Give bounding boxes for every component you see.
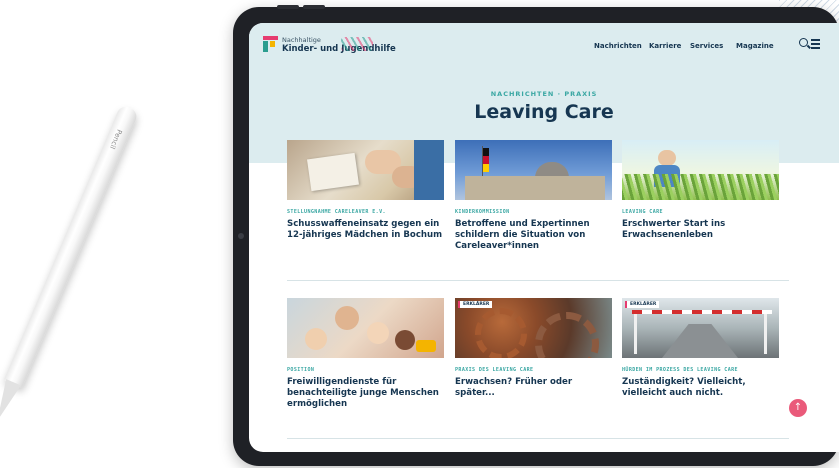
- pencil-label: Pencil: [108, 128, 124, 151]
- article-card[interactable]: ERKLÄRER PRAXIS DES LEAVING CARE Erwachs…: [455, 298, 612, 399]
- article-image[interactable]: [287, 140, 444, 200]
- camera-dot: [238, 233, 244, 239]
- article-card[interactable]: ERKLÄRER HÜRDEN IM PROZESS DES LEAVING C…: [622, 298, 779, 399]
- stylus-pencil: Pencil: [0, 104, 140, 425]
- search-menu-button[interactable]: [799, 37, 821, 51]
- article-card[interactable]: KINDERKOMMISSION Betroffene und Expertin…: [455, 140, 612, 252]
- article-category[interactable]: HÜRDEN IM PROZESS DES LEAVING CARE: [622, 367, 779, 373]
- tablet-button: [303, 5, 325, 9]
- tablet-device: Nachhaltige Kinder- und Jugendhilfe Nach…: [233, 5, 839, 466]
- article-image[interactable]: ERKLÄRER: [622, 298, 779, 358]
- pencil-tip: [0, 379, 21, 425]
- explainer-badge: ERKLÄRER: [625, 301, 660, 308]
- article-title[interactable]: Schusswaffeneinsatz gegen ein 12-jährige…: [287, 219, 444, 241]
- menu-icon: [811, 39, 820, 41]
- article-image[interactable]: [287, 298, 444, 358]
- article-card[interactable]: POSITION Freiwilligendienste für benacht…: [287, 298, 444, 410]
- article-category[interactable]: LEAVING CARE: [622, 209, 779, 215]
- page-title: Leaving Care: [474, 101, 614, 123]
- decorative-swirl-icon: [341, 37, 373, 51]
- site-logo-icon[interactable]: [263, 36, 278, 52]
- brand-line-1: Nachhaltige: [282, 36, 321, 44]
- site-brand[interactable]: Nachhaltige Kinder- und Jugendhilfe: [282, 36, 396, 54]
- article-category[interactable]: PRAXIS DES LEAVING CARE: [455, 367, 612, 373]
- article-image[interactable]: [622, 140, 779, 200]
- nav-karriere[interactable]: Karriere: [649, 42, 681, 50]
- article-image[interactable]: [455, 140, 612, 200]
- nav-magazine[interactable]: Magazine: [736, 42, 774, 50]
- article-title[interactable]: Erwachsen? Früher oder später...: [455, 377, 612, 399]
- article-title[interactable]: Erschwerter Start ins Erwachsenenleben: [622, 219, 779, 241]
- site-header: Nachhaltige Kinder- und Jugendhilfe Nach…: [249, 23, 839, 73]
- back-to-top-button[interactable]: ↑: [789, 399, 807, 417]
- nav-nachrichten[interactable]: Nachrichten: [594, 42, 642, 50]
- article-category[interactable]: STELLUNGNAHME CARELEAVER E.V.: [287, 209, 444, 215]
- brand-line-2: Kinder- und Jugendhilfe: [282, 44, 396, 54]
- article-card[interactable]: STELLUNGNAHME CARELEAVER E.V. Schusswaff…: [287, 140, 444, 241]
- nav-services[interactable]: Services: [690, 42, 723, 50]
- article-title[interactable]: Freiwilligendienste für benachteiligte j…: [287, 377, 444, 410]
- article-card[interactable]: LEAVING CARE Erschwerter Start ins Erwac…: [622, 140, 779, 241]
- breadcrumb[interactable]: NACHRICHTEN · PRAXIS: [249, 90, 839, 98]
- article-category[interactable]: POSITION: [287, 367, 444, 373]
- tablet-screen: Nachhaltige Kinder- und Jugendhilfe Nach…: [249, 23, 839, 452]
- explainer-badge: ERKLÄRER: [458, 301, 493, 308]
- article-title[interactable]: Betroffene und Expertinnen schildern die…: [455, 219, 612, 252]
- article-image[interactable]: ERKLÄRER: [455, 298, 612, 358]
- article-category[interactable]: KINDERKOMMISSION: [455, 209, 612, 215]
- row-divider: [287, 280, 789, 281]
- row-divider: [287, 438, 789, 439]
- article-title[interactable]: Zuständigkeit? Vielleicht, vielleicht au…: [622, 377, 779, 399]
- tablet-button: [277, 5, 299, 9]
